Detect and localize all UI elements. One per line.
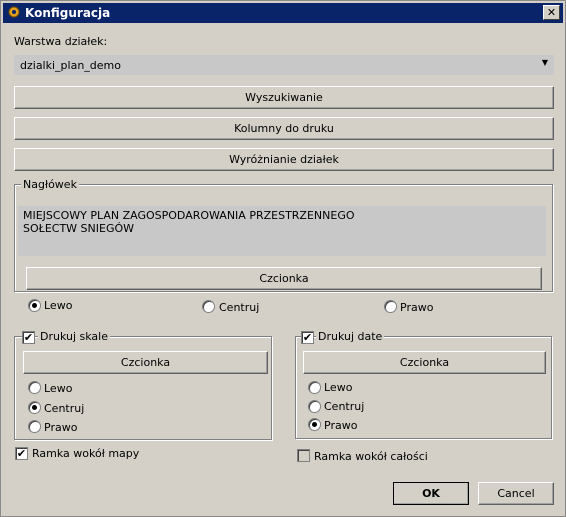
header-text-area[interactable]: MIEJSCOWY PLAN ZAGOSPODAROWANIA PRZESTRZ… xyxy=(18,206,546,256)
columns-button[interactable]: Kolumny do druku xyxy=(14,117,554,140)
frame-map-label: Ramka wokół mapy xyxy=(32,447,140,460)
cancel-button-label: Cancel xyxy=(497,487,535,500)
highlight-button[interactable]: Wyróżnianie działek xyxy=(14,148,554,171)
search-button-label: Wyszukiwanie xyxy=(245,91,323,104)
date-center-radio[interactable] xyxy=(308,400,321,413)
date-left-radio[interactable] xyxy=(308,381,321,394)
cancel-button[interactable]: Cancel xyxy=(478,482,554,505)
header-font-label: Czcionka xyxy=(259,272,309,285)
layer-value: dzialki_plan_demo xyxy=(20,59,121,72)
date-right-label: Prawo xyxy=(324,419,358,432)
date-right-radio[interactable] xyxy=(308,418,321,431)
date-checkbox[interactable]: ✔ xyxy=(301,331,314,344)
app-icon xyxy=(8,6,20,18)
header-center-label: Centruj xyxy=(219,301,260,314)
scale-font-label: Czcionka xyxy=(120,356,171,369)
frame-all-label: Ramka wokół całości xyxy=(314,450,428,463)
scale-right-radio[interactable] xyxy=(28,420,41,433)
scale-left-radio[interactable] xyxy=(28,381,41,394)
scale-checkbox-label: Drukuj skale xyxy=(38,330,110,343)
scale-left-label: Lewo xyxy=(44,382,73,395)
chevron-down-icon[interactable]: ▼ xyxy=(542,58,548,67)
header-line-1: MIEJSCOWY PLAN ZAGOSPODAROWANIA PRZESTRZ… xyxy=(23,209,355,222)
header-left-label: Lewo xyxy=(44,299,73,312)
ok-button[interactable]: OK xyxy=(393,482,469,505)
date-left-label: Lewo xyxy=(324,381,353,394)
header-font-button[interactable]: Czcionka xyxy=(26,267,542,290)
date-checkbox-label: Drukuj date xyxy=(316,330,385,343)
columns-button-label: Kolumny do druku xyxy=(234,122,334,135)
close-button[interactable]: ✕ xyxy=(543,5,560,20)
header-right-label: Prawo xyxy=(400,301,434,314)
config-dialog: Konfiguracja ✕ Warstwa działek: dzialki_… xyxy=(0,0,566,517)
ok-button-label: OK xyxy=(422,487,440,500)
scale-center-radio[interactable] xyxy=(28,401,41,414)
header-right-radio[interactable] xyxy=(384,300,397,313)
header-group-legend: Nagłówek xyxy=(21,178,79,191)
title-bar[interactable]: Konfiguracja ✕ xyxy=(3,3,563,23)
date-center-label: Centruj xyxy=(324,400,365,413)
search-button[interactable]: Wyszukiwanie xyxy=(14,86,554,109)
highlight-button-label: Wyróżnianie działek xyxy=(229,153,339,166)
header-line-2: SOŁECTW SNIEGÓW xyxy=(23,222,135,235)
date-font-button[interactable]: Czcionka xyxy=(303,351,546,374)
header-left-radio[interactable] xyxy=(28,299,41,312)
frame-all-checkbox[interactable] xyxy=(297,449,310,462)
scale-center-label: Centruj xyxy=(44,402,85,415)
header-center-radio[interactable] xyxy=(202,300,215,313)
scale-checkbox[interactable]: ✔ xyxy=(22,331,35,344)
date-font-label: Czcionka xyxy=(399,356,450,369)
window-title: Konfiguracja xyxy=(25,6,111,20)
frame-map-checkbox[interactable]: ✔ xyxy=(15,447,28,460)
layer-label: Warstwa działek: xyxy=(14,35,108,48)
layer-select[interactable]: dzialki_plan_demo ▼ xyxy=(14,55,554,75)
scale-right-label: Prawo xyxy=(44,421,78,434)
scale-font-button[interactable]: Czcionka xyxy=(23,351,268,374)
